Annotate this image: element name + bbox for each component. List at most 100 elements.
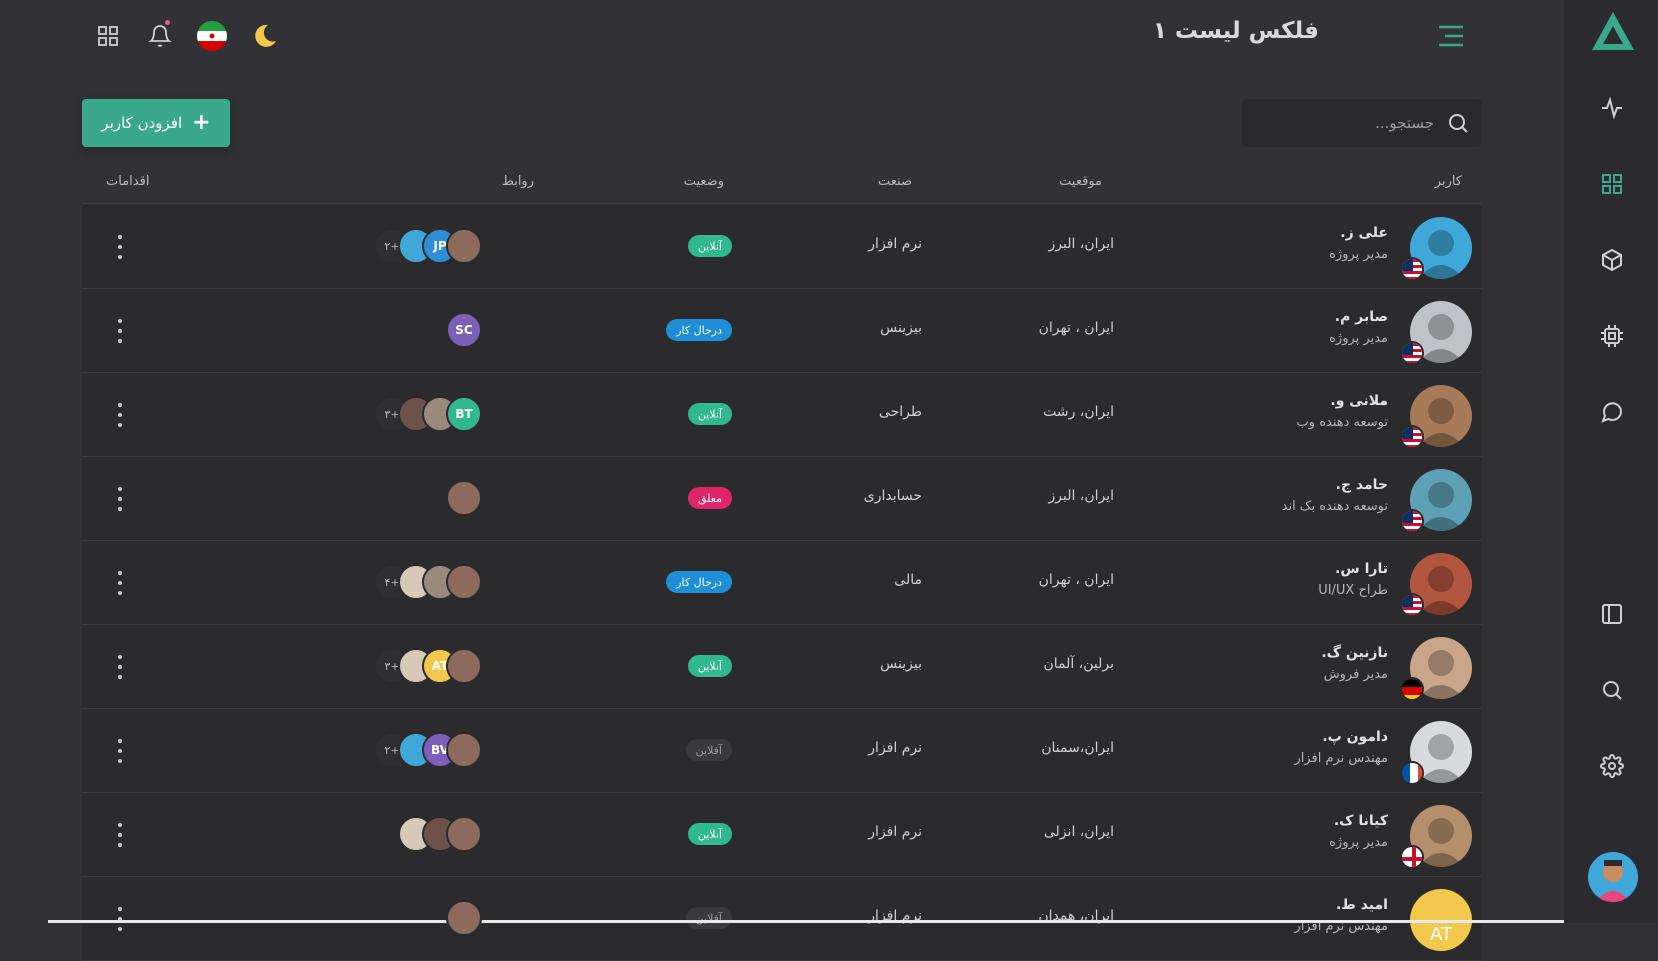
user-industry: حسابداری [863,488,922,504]
relations-avatars[interactable] [372,816,482,852]
status-badge: درحال کار [666,571,732,593]
row-actions-menu-icon[interactable] [112,319,128,343]
status-badge: آفلاین [685,739,732,761]
relations-avatars[interactable] [372,480,482,516]
relation-avatar[interactable] [446,480,482,516]
search-icon [1449,114,1468,133]
user-location: ایران، انزلی [1043,824,1114,840]
col-user[interactable]: کاربر [1435,174,1462,189]
user-name[interactable]: حامد ج. [1336,477,1388,493]
status-badge: آنلاین [687,655,732,677]
user-name[interactable]: کیانا ک. [1334,813,1388,829]
bell-icon[interactable] [144,20,176,52]
user-industry: بیزینس [880,656,922,672]
relation-avatar[interactable]: SC [446,312,482,348]
row-actions-menu-icon[interactable] [112,571,128,595]
add-user-button[interactable]: + افزودن کاربر [82,99,230,147]
user-role: مدیر فروش [1323,667,1388,682]
table-row[interactable]: صابر م. مدیر پروژه ایران ، تهران بیزینس درحا… [82,289,1482,373]
users-table: علی ز. مدیر پروژه ایران، البرز نرم افزار آنل… [82,205,1482,961]
row-actions-menu-icon[interactable] [112,655,128,679]
flag-fr-icon [1400,761,1424,785]
user-name[interactable]: امید ط. [1336,897,1388,913]
relations-avatars[interactable] [372,900,482,936]
top-bar: فلکس لیست ۱ [0,0,1564,80]
flag-us-icon [1400,425,1424,449]
user-location: ایران ، تهران [1038,572,1114,588]
chat-icon[interactable] [1598,398,1626,426]
relations-avatars[interactable]: JP ۲+ [372,228,482,264]
plus-icon: + [192,110,211,135]
user-location: ایران، البرز [1048,236,1114,252]
col-relations[interactable]: روابط [502,174,534,189]
relation-avatar[interactable] [446,816,482,852]
moon-icon[interactable] [248,20,280,52]
settings-icon[interactable] [1598,752,1626,780]
search-icon[interactable] [1598,676,1626,704]
table-header: کاربر موقعیت صنعت وضعیت روابط اقدامات [82,168,1482,204]
col-status[interactable]: وضعیت [684,174,724,189]
row-actions-menu-icon[interactable] [112,739,128,763]
page-title: فلکس لیست ۱ [1152,18,1319,44]
user-name[interactable]: نازنین گ. [1321,645,1388,661]
row-actions-menu-icon[interactable] [112,235,128,259]
user-name[interactable]: صابر م. [1335,309,1388,325]
user-name[interactable]: تارا س. [1335,561,1388,577]
table-row[interactable]: نازنین گ. مدیر فروش برلین، آلمان بیزینس آنلا… [82,625,1482,709]
sidebar-icon[interactable] [1598,600,1626,628]
relation-avatar[interactable] [446,228,482,264]
table-row[interactable]: حامد ج. توسعه دهنده بک اند ایران، البرز حسا… [82,457,1482,541]
cpu-icon[interactable] [1598,322,1626,350]
table-row[interactable]: ملانی و. توسعه دهنده وب ایران، رشت طراحی آنل… [82,373,1482,457]
relations-avatars[interactable]: BT ۳+ [372,396,482,432]
flag-gb-icon [1400,845,1424,869]
relations-avatars[interactable]: BV ۲+ [372,732,482,768]
table-row[interactable]: AT امید ط. مهندس نرم افزار ایران، همدان نرم … [82,877,1482,961]
user-role: طراح UI/UX [1318,583,1388,598]
apps-grid-icon[interactable] [92,20,124,52]
cube-icon[interactable] [1598,246,1626,274]
grid-icon[interactable] [1598,170,1626,198]
profile-avatar[interactable] [1588,852,1638,902]
activity-icon[interactable] [1598,94,1626,122]
logo-icon[interactable] [1590,10,1636,52]
user-role: مدیر پروژه [1329,835,1388,850]
col-industry[interactable]: صنعت [878,174,912,189]
user-role: توسعه دهنده وب [1296,415,1388,430]
col-location[interactable]: موقعیت [1059,174,1102,189]
flag-us-icon [1400,257,1424,281]
col-actions[interactable]: اقدامات [106,174,149,189]
relation-avatar[interactable] [446,648,482,684]
relations-avatars[interactable]: AT ۳+ [372,648,482,684]
relation-avatar[interactable] [446,732,482,768]
status-badge: معلق [687,487,732,509]
flag-de-icon [1400,677,1424,701]
user-name[interactable]: دامون پ. [1322,729,1388,745]
user-role: مدیر پروژه [1329,247,1388,262]
user-name[interactable]: ملانی و. [1330,393,1388,409]
user-name[interactable]: علی ز. [1340,225,1388,241]
user-industry: بیزینس [880,320,922,336]
row-actions-menu-icon[interactable] [112,403,128,427]
table-row[interactable]: تارا س. طراح UI/UX ایران ، تهران مالی درحال … [82,541,1482,625]
user-location: ایران، البرز [1048,488,1114,504]
row-actions-menu-icon[interactable] [112,487,128,511]
table-row[interactable]: علی ز. مدیر پروژه ایران، البرز نرم افزار آنل… [82,205,1482,289]
flag-iran-icon[interactable] [196,20,228,52]
table-row[interactable]: دامون پ. مهندس نرم افزار ایران،سمنان نرم اف… [82,709,1482,793]
relations-avatars[interactable]: SC [372,312,482,348]
row-actions-menu-icon[interactable] [112,907,128,931]
flag-us-icon [1400,341,1424,365]
row-actions-menu-icon[interactable] [112,823,128,847]
relation-avatar[interactable]: BT [446,396,482,432]
relation-avatar[interactable] [446,900,482,936]
user-industry: مالی [894,572,922,588]
user-industry: نرم افزار [868,824,922,840]
relations-avatars[interactable]: ۴+ [372,564,482,600]
relation-avatar[interactable] [446,564,482,600]
table-row[interactable]: کیانا ک. مدیر پروژه ایران، انزلی نرم افزار آ… [82,793,1482,877]
menu-icon[interactable] [1437,22,1465,50]
status-badge: درحال کار [666,319,732,341]
status-badge: آنلاین [687,823,732,845]
user-location: ایران، رشت [1043,404,1114,420]
